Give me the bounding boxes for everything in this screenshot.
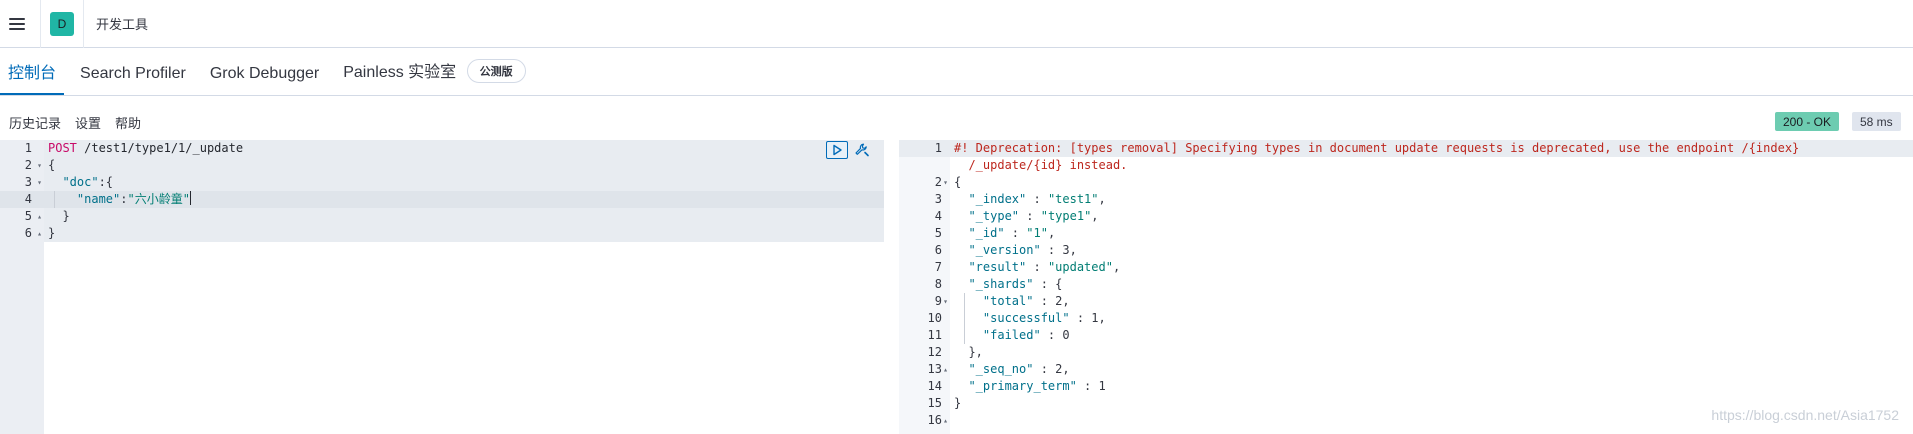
gutter-line: 9 ▾ <box>934 293 948 310</box>
code-line: POST /test1/type1/1/_update <box>44 140 884 157</box>
indent-guide <box>54 191 55 208</box>
fold-toggle[interactable]: ▾ <box>943 174 948 191</box>
indent-guide <box>964 293 965 344</box>
tab-painless-label: Painless 实验室 <box>343 64 457 81</box>
gutter-line: 1 <box>24 141 32 155</box>
gutter-line: 4 <box>0 191 44 208</box>
gutter-line: 7 <box>934 260 942 274</box>
code-line-current: "name":"六小龄童" <box>44 191 884 208</box>
fold-toggle[interactable]: ▴ <box>37 225 42 242</box>
response-code[interactable]: #! Deprecation: [types removal] Specifyi… <box>950 140 1913 434</box>
console-toolbar: 历史记录 设置 帮助 <box>9 113 141 132</box>
code-line: "_index" : "test1", <box>968 192 1106 206</box>
response-status-badge: 200 - OK <box>1775 112 1840 131</box>
code-line: "result" : "updated", <box>968 260 1121 274</box>
dev-tools-tabs: 控制台 Search Profiler Grok Debugger Painle… <box>0 49 542 95</box>
header-divider <box>83 0 84 48</box>
request-url: /test1/type1/1/_update <box>76 141 244 155</box>
code-line: } <box>44 208 884 225</box>
deprecation-warning: #! Deprecation: [types removal] Specifyi… <box>954 141 1800 155</box>
wrench-icon <box>855 143 869 157</box>
code-line: } <box>44 225 884 242</box>
gutter-line: 16 ▴ <box>927 412 948 429</box>
code-line: { <box>44 157 884 174</box>
fold-toggle[interactable]: ▴ <box>943 361 948 378</box>
top-header: D 开发工具 <box>0 0 1913 48</box>
tab-grok-debugger[interactable]: Grok Debugger <box>202 65 327 95</box>
gutter-line: 2 ▾ <box>934 174 948 191</box>
gutter-line: 1 <box>899 140 950 157</box>
request-code[interactable]: POST /test1/type1/1/_update { "doc":{ "n… <box>44 140 884 434</box>
gutter-line: 3 ▾ <box>24 174 42 191</box>
code-line: "_type" : "type1", <box>968 209 1099 223</box>
gutter-line: 3 <box>934 192 942 206</box>
play-icon <box>833 144 842 156</box>
gutter-line: 11 <box>927 328 942 342</box>
gutter-line: 4 <box>934 209 942 223</box>
gutter-line <box>899 157 950 174</box>
code-line: "doc":{ <box>44 174 884 191</box>
code-line: "successful" : 1, <box>982 311 1106 325</box>
request-method: POST <box>48 141 77 155</box>
code-line: /_update/{id} instead. <box>968 158 1128 172</box>
fold-toggle[interactable]: ▴ <box>943 412 948 429</box>
code-line: "total" : 2, <box>982 294 1070 308</box>
breadcrumb-dev-tools[interactable]: 开发工具 <box>96 14 148 33</box>
gutter-line: 14 <box>927 379 942 393</box>
gutter-line: 10 <box>927 311 942 325</box>
code-line: "_id" : "1", <box>968 226 1056 240</box>
fold-toggle[interactable]: ▾ <box>943 293 948 310</box>
code-line: }, <box>968 345 983 359</box>
header-divider <box>40 0 41 48</box>
fold-toggle[interactable]: ▾ <box>37 157 42 174</box>
gutter-line: 8 <box>934 277 942 291</box>
request-options-button[interactable] <box>851 141 873 159</box>
code-line: "failed" : 0 <box>982 328 1070 342</box>
response-time-badge: 58 ms <box>1852 112 1901 131</box>
response-viewer[interactable]: 1 2 ▾ 3 4 5 6 7 8 9 ▾ 10 11 12 13 ▴ 14 15 16 ▴ #! Deprecati… <box>899 140 1913 434</box>
history-link[interactable]: 历史记录 <box>9 113 61 132</box>
code-line: "_primary_term" : 1 <box>968 379 1106 393</box>
tabs-divider <box>0 95 1913 96</box>
response-gutter: 1 2 ▾ 3 4 5 6 7 8 9 ▾ 10 11 12 13 ▴ 14 15 16 ▴ <box>899 140 950 434</box>
text-cursor <box>189 191 191 205</box>
gutter-line: 12 <box>927 345 942 359</box>
gutter-line: 15 <box>927 396 942 410</box>
tab-console[interactable]: 控制台 <box>0 59 65 95</box>
tab-painless-lab[interactable]: Painless 实验室 公测版 <box>335 58 533 95</box>
gutter-line: 6 ▴ <box>24 225 42 242</box>
settings-link[interactable]: 设置 <box>75 113 101 132</box>
fold-toggle[interactable]: ▴ <box>37 208 42 225</box>
gutter-line: 2 ▾ <box>24 157 42 174</box>
gutter-line: 5 <box>934 226 942 240</box>
gutter-line: 13 ▴ <box>927 361 948 378</box>
fold-toggle[interactable]: ▾ <box>37 174 42 191</box>
beta-badge: 公测版 <box>466 59 526 83</box>
help-link[interactable]: 帮助 <box>115 113 141 132</box>
request-actions <box>826 141 873 159</box>
hamburger-icon <box>9 17 25 30</box>
tab-search-profiler[interactable]: Search Profiler <box>72 65 194 95</box>
gutter-line: 6 <box>934 243 942 257</box>
menu-toggle-button[interactable] <box>0 0 34 48</box>
code-line: { <box>954 175 962 189</box>
code-line: #! Deprecation: [types removal] Specifyi… <box>950 140 1913 157</box>
send-request-button[interactable] <box>826 141 848 159</box>
code-line: "_shards" : { <box>968 277 1063 291</box>
request-editor[interactable]: 1 2 ▾ 3 ▾ 4 5 ▴ 6 ▴ POST /test1/type1/1/_upd… <box>0 140 884 434</box>
code-line: "_seq_no" : 2, <box>968 362 1070 376</box>
gutter-line: 5 ▴ <box>24 208 42 225</box>
space-avatar[interactable]: D <box>50 11 74 36</box>
code-line: "_version" : 3, <box>968 243 1077 257</box>
request-gutter: 1 2 ▾ 3 ▾ 4 5 ▴ 6 ▴ <box>0 140 44 434</box>
watermark: https://blog.csdn.net/Asia1752 <box>1711 407 1899 423</box>
